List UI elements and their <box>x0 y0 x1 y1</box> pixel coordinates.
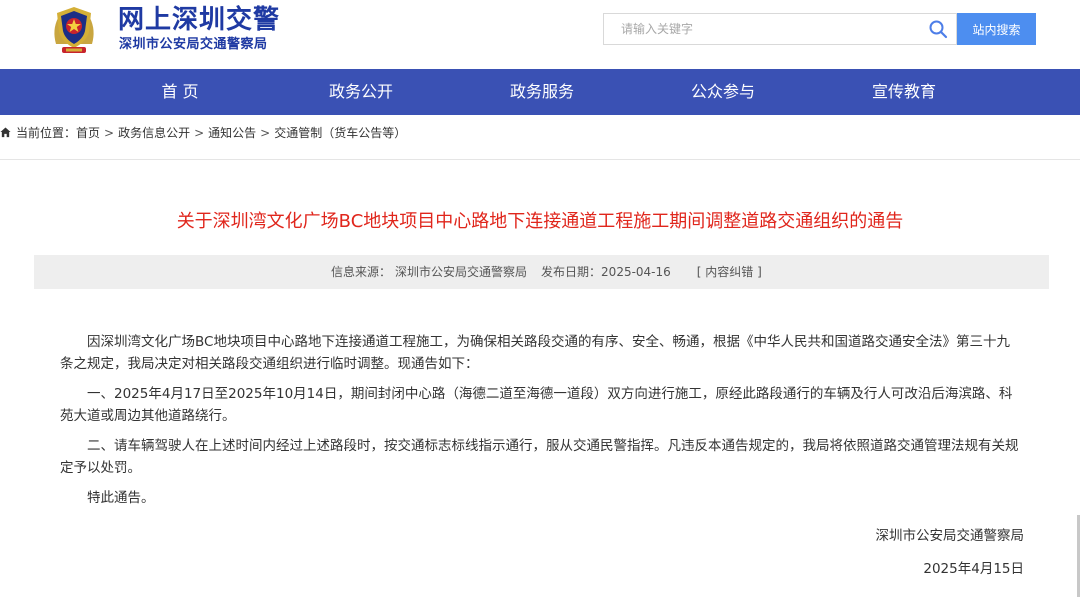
article-paragraph-intro: 因深圳湾文化广场BC地块项目中心路地下连接通道工程施工，为确保相关路段交通的有序… <box>60 334 1010 372</box>
search-icon[interactable] <box>928 19 948 39</box>
breadcrumb-separator: > <box>104 126 115 140</box>
police-emblem-icon[interactable] <box>48 4 100 56</box>
breadcrumb-separator: > <box>260 126 271 140</box>
nav-item-publicity-education[interactable]: 宣传教育 <box>844 69 964 115</box>
breadcrumb-prefix: 当前位置： <box>16 126 77 140</box>
breadcrumb-item-home[interactable]: 首页 <box>76 126 100 140</box>
article-paragraph-item-1: 一、2025年4月17日至2025年10月14日，期间封闭中心路（海德二道至海德… <box>60 386 1013 424</box>
source-value: 深圳市公安局交通警察局 <box>395 265 528 279</box>
article-title: 关于深圳湾文化广场BC地块项目中心路地下连接通道工程施工期间调整道路交通组织的通… <box>176 211 904 232</box>
source-label: 信息来源： <box>331 265 392 279</box>
date-value: 2025-04-16 <box>601 265 671 279</box>
signature-org: 深圳市公安局交通警察局 <box>875 528 1025 544</box>
article-container: 关于深圳湾文化广场BC地块项目中心路地下连接通道工程施工期间调整道路交通组织的通… <box>0 159 1080 597</box>
article-paragraph-item-2: 二、请车辆驾驶人在上述时间内经过上述路段时，按交通标志标线指示通行，服从交通民警… <box>60 438 1019 476</box>
site-title[interactable]: 网上深圳交警 <box>118 4 280 36</box>
search-box <box>603 13 957 45</box>
site-header: 网上深圳交警 深圳市公安局交通警察局 站内搜索 <box>0 0 1080 69</box>
signature-date: 2025年4月15日 <box>923 561 1024 577</box>
site-search-button[interactable]: 站内搜索 <box>957 13 1036 45</box>
article-meta-bar: 信息来源： 深圳市公安局交通警察局 发布日期：2025-04-16 [ 内容纠错 ] <box>34 255 1049 289</box>
main-nav: 首 页 政务公开 政务服务 公众参与 宣传教育 <box>0 69 1080 115</box>
nav-item-services[interactable]: 政务服务 <box>482 69 602 115</box>
breadcrumb-item-government-info[interactable]: 政务信息公开 <box>118 126 190 140</box>
site-subtitle: 深圳市公安局交通警察局 <box>119 37 268 52</box>
article-paragraph-closing: 特此通告。 <box>87 490 155 506</box>
nav-item-home[interactable]: 首 页 <box>120 69 240 115</box>
nav-item-government-affairs[interactable]: 政务公开 <box>301 69 421 115</box>
breadcrumb-item-notices[interactable]: 通知公告 <box>208 126 256 140</box>
search-input[interactable] <box>604 14 914 44</box>
breadcrumb-item-traffic-control[interactable]: 交通管制（货车公告等） <box>274 126 406 140</box>
home-icon <box>0 127 11 138</box>
content-correction-link[interactable]: [ 内容纠错 ] <box>697 265 762 279</box>
nav-item-public-participation[interactable]: 公众参与 <box>663 69 783 115</box>
article-body: 因深圳湾文化广场BC地块项目中心路地下连接通道工程施工，为确保相关路段交通的有序… <box>60 331 1020 517</box>
breadcrumb-separator: > <box>194 126 205 140</box>
date-label: 发布日期： <box>541 265 602 279</box>
